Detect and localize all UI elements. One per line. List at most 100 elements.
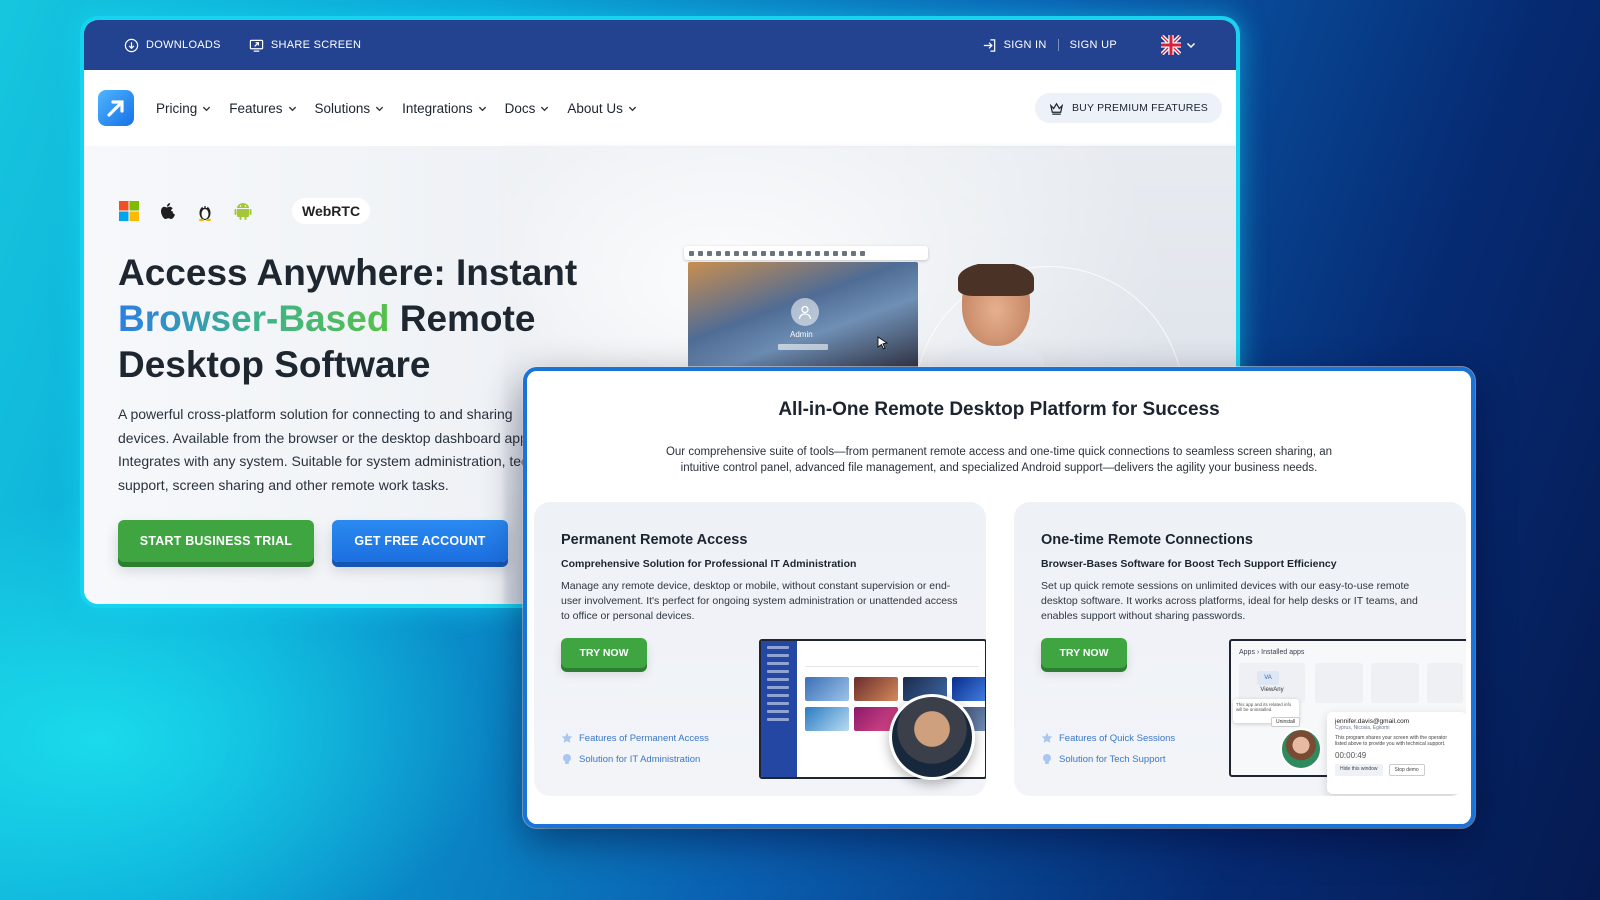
star-icon (561, 732, 573, 743)
technician-photo (889, 694, 975, 780)
top-utility-bar: DOWNLOADS SHARE SCREEN SIGN IN SIGN UP (84, 20, 1236, 70)
share-screen-icon (249, 39, 264, 52)
chevron-down-icon (478, 106, 486, 111)
buy-premium-button[interactable]: BUY PREMIUM FEATURES (1034, 93, 1222, 123)
permanent-access-card: Permanent Remote Access Comprehensive So… (534, 502, 986, 796)
bulb-icon (563, 754, 571, 764)
link-label: Solution for Tech Support (1059, 753, 1166, 765)
hero-desc-line: support, screen sharing and other remote… (118, 476, 449, 493)
stop-demo-button[interactable]: Stop demo (1388, 764, 1425, 776)
android-icon (234, 203, 252, 220)
hero-title-highlight: Browser-Based (118, 298, 390, 339)
try-now-button[interactable]: TRY NOW (561, 638, 647, 668)
hero-desc-line: devices. Available from the browser or t… (118, 429, 532, 446)
link-label: Features of Permanent Access (579, 732, 709, 744)
try-now-button[interactable]: TRY NOW (1041, 638, 1127, 668)
uninstall-note: This app and its related info will be un… (1236, 702, 1292, 712)
card-subtitle: Browser-Bases Software for Boost Tech Su… (1041, 558, 1337, 570)
platform-overview-window: All-in-One Remote Desktop Platform for S… (523, 367, 1475, 828)
arrow-logo-icon (107, 100, 124, 117)
chevron-down-icon (288, 106, 296, 111)
start-business-trial-button[interactable]: START BUSINESS TRIAL (118, 520, 314, 562)
mouse-cursor-icon (877, 336, 889, 350)
session-timer: 00:00:49 (1335, 751, 1367, 760)
nav-solutions[interactable]: Solutions (315, 101, 385, 116)
login-username: Admin (790, 330, 813, 339)
downloads-label: DOWNLOADS (146, 39, 221, 51)
user-avatar-icon (791, 298, 819, 326)
share-screen-label: SHARE SCREEN (270, 39, 362, 51)
app-header (805, 647, 979, 667)
nav-about-us[interactable]: About Us (567, 101, 637, 116)
downloads-link[interactable]: DOWNLOADS (124, 38, 221, 53)
apps-breadcrumb: Apps › Installed apps (1239, 649, 1305, 656)
app-icon: VA (1257, 671, 1279, 685)
nav-features[interactable]: Features (229, 101, 296, 116)
card-title: Permanent Remote Access (561, 532, 748, 548)
main-navigation: Pricing Features Solutions Integrations … (84, 70, 1236, 146)
link-label: Solution for IT Administration (579, 753, 701, 765)
remote-session-toolbar (684, 246, 928, 260)
hero-title-rest: Remote (389, 298, 536, 339)
sign-in-icon (983, 38, 995, 52)
card-description: Manage any remote device, desktop or mob… (561, 580, 958, 622)
language-chevron-down-icon[interactable] (1186, 40, 1196, 50)
solution-tech-support-link[interactable]: Solution for Tech Support (1041, 753, 1166, 765)
app-tile: VA ViewAny (1239, 663, 1305, 703)
buy-premium-label: BUY PREMIUM FEATURES (1071, 102, 1208, 114)
hero-desc-line: A powerful cross-platform solution for c… (118, 406, 513, 422)
share-screen-link[interactable]: SHARE SCREEN (249, 38, 361, 53)
hero-title: Access Anywhere: Instant Browser-Based R… (118, 250, 578, 388)
card-subtitle: Comprehensive Solution for Professional … (561, 558, 857, 570)
bulb-icon (1043, 754, 1051, 764)
brand-logo[interactable] (98, 90, 134, 126)
features-permanent-access-link[interactable]: Features of Permanent Access (561, 732, 709, 744)
chevron-down-icon (541, 106, 549, 111)
nav-docs-label: Docs (504, 100, 536, 116)
chevron-down-icon (375, 106, 384, 111)
app-tile (1371, 663, 1419, 703)
uk-flag-icon[interactable] (1161, 35, 1181, 55)
login-password-field (778, 344, 828, 350)
crown-icon (1049, 102, 1064, 115)
linux-icon (199, 206, 211, 222)
hero-desc-line: Integrates with any system. Suitable for… (118, 453, 536, 469)
hero-title-line3: Desktop Software (118, 344, 431, 385)
nav-integrations[interactable]: Integrations (402, 101, 487, 116)
nav-solutions-label: Solutions (314, 100, 371, 116)
sign-in-link[interactable]: SIGN IN (982, 38, 1047, 53)
nav-pricing-label: Pricing (156, 100, 198, 116)
app-name: ViewAny (1260, 687, 1284, 693)
nav-integrations-label: Integrations (402, 100, 473, 116)
customer-photo (1280, 728, 1322, 770)
customer-location: Cyprus, Nicosia, Egkomi (1335, 725, 1390, 731)
get-free-account-button[interactable]: GET FREE ACCOUNT (332, 520, 508, 562)
nav-docs[interactable]: Docs (505, 101, 550, 116)
link-label: Features of Quick Sessions (1059, 732, 1176, 744)
hero-title-line1: Access Anywhere: Instant (118, 252, 578, 293)
nav-features-label: Features (229, 100, 283, 116)
card-title: One-time Remote Connections (1041, 532, 1253, 548)
app-tile (1315, 663, 1363, 703)
solution-it-administration-link[interactable]: Solution for IT Administration (561, 753, 700, 765)
support-agent-photo (944, 264, 1044, 374)
windows-icon (119, 201, 139, 221)
sign-up-link[interactable]: SIGN UP (1070, 39, 1117, 51)
nav-pricing[interactable]: Pricing (156, 101, 211, 116)
nav-about-us-label: About Us (567, 100, 623, 116)
chevron-down-icon (628, 106, 637, 111)
hero-description: A powerful cross-platform solution for c… (118, 403, 548, 503)
platform-subtitle: Our comprehensive suite of tools—from pe… (665, 446, 1333, 474)
webrtc-badge: WebRTC (292, 198, 371, 224)
platform-title: All-in-One Remote Desktop Platform for S… (778, 399, 1220, 420)
chevron-down-icon (203, 106, 211, 111)
one-time-connections-card: One-time Remote Connections Browser-Base… (1014, 502, 1466, 796)
uninstall-button[interactable]: Uninstall (1271, 717, 1301, 727)
remote-desktop-preview: Admin (688, 262, 918, 376)
features-quick-sessions-link[interactable]: Features of Quick Sessions (1041, 732, 1175, 744)
topbar-divider (1057, 39, 1059, 51)
hide-window-button[interactable]: Hide this window (1335, 764, 1383, 776)
download-icon (124, 38, 139, 52)
app-tile (1427, 663, 1463, 703)
apple-icon (161, 203, 175, 220)
